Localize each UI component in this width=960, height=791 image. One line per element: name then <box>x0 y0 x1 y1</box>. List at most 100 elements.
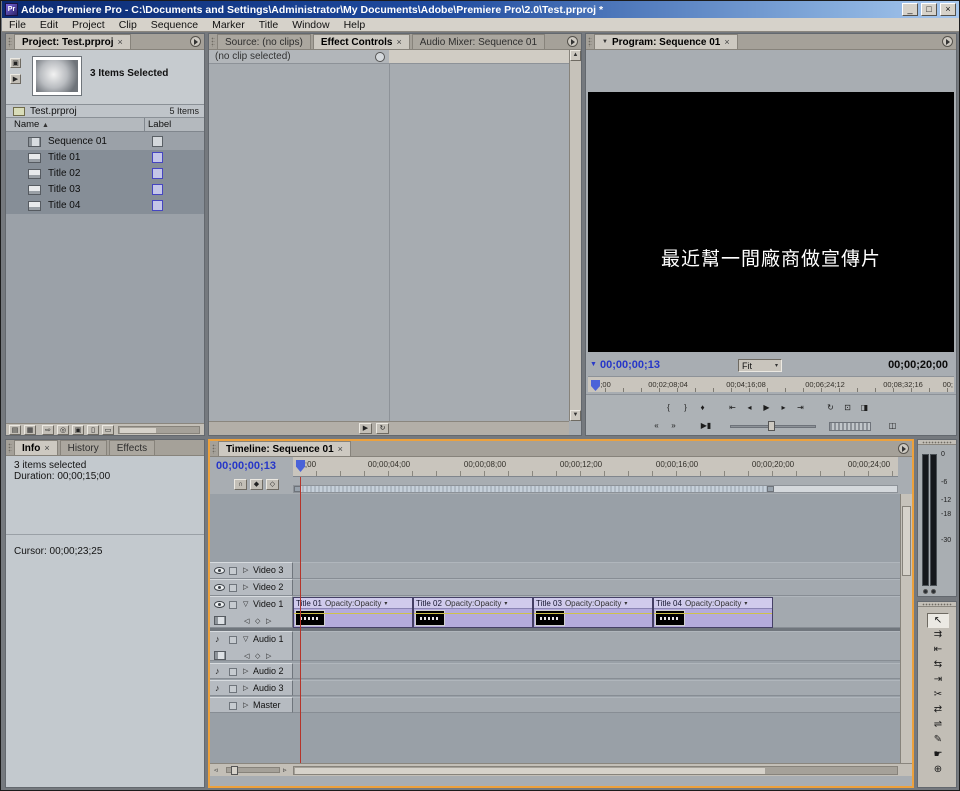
menu-window[interactable]: Window <box>285 19 336 31</box>
go-to-prev-marker-button[interactable]: « <box>648 419 665 433</box>
menu-clip[interactable]: Clip <box>112 19 144 31</box>
clip-fx-label[interactable]: Opacity:Opacity <box>325 599 381 608</box>
project-row-title-04[interactable]: Title 04 <box>6 198 204 214</box>
next-keyframe-icon[interactable]: ▷ <box>266 617 271 625</box>
track-lane-master[interactable] <box>293 697 900 713</box>
tab-history[interactable]: History <box>60 440 107 455</box>
tab-info[interactable]: Info × <box>14 440 58 455</box>
play-in-to-out-button[interactable]: ▶▮ <box>695 419 717 433</box>
collapse-arrow-icon[interactable]: ▷ <box>243 701 248 709</box>
close-button[interactable]: × <box>940 3 956 16</box>
set-display-style-button[interactable] <box>214 651 226 660</box>
label-chip[interactable] <box>152 168 163 179</box>
menu-edit[interactable]: Edit <box>33 19 65 31</box>
output-button[interactable]: ◨ <box>856 401 873 415</box>
jog-disk[interactable] <box>829 422 871 431</box>
zoom-tool-button[interactable]: ⊕ <box>927 763 949 778</box>
set-out-point-button[interactable]: } <box>677 401 694 415</box>
list-view-button[interactable]: ▤ <box>9 425 21 435</box>
opacity-rubber-band[interactable] <box>414 613 532 614</box>
shuttle-slider[interactable] <box>730 421 816 431</box>
tab-audio-mixer[interactable]: Audio Mixer: Sequence 01 <box>412 34 545 49</box>
pen-tool-button[interactable]: ✎ <box>927 733 949 748</box>
program-current-time[interactable]: 00;00;00;13 <box>600 359 660 371</box>
track-lane-video-2[interactable] <box>293 579 900 596</box>
go-to-out-button[interactable]: ⇥ <box>792 401 809 415</box>
collapse-arrow-icon[interactable]: ▷ <box>243 684 248 692</box>
trim-button[interactable]: ◫ <box>884 419 901 433</box>
lock-toggle[interactable] <box>229 668 237 676</box>
label-chip[interactable] <box>152 136 163 147</box>
go-to-in-button[interactable]: ⇤ <box>724 401 741 415</box>
close-icon[interactable]: × <box>396 37 401 47</box>
column-separator[interactable] <box>144 118 145 132</box>
work-area-segment[interactable] <box>294 486 774 492</box>
eye-icon[interactable] <box>214 567 225 574</box>
timeline-ruler[interactable]: 00;00 00;00;04;00 00;00;08;00 00;00;12;0… <box>293 457 898 477</box>
menu-file[interactable]: File <box>2 19 33 31</box>
project-row-title-03[interactable]: Title 03 <box>6 182 204 198</box>
go-to-next-marker-button[interactable]: » <box>665 419 682 433</box>
clip-title-01[interactable]: Title 01 Opacity:Opacity ▾ <box>293 597 413 628</box>
panel-grip[interactable] <box>918 602 956 607</box>
zoom-handle[interactable] <box>231 766 238 775</box>
eye-icon[interactable] <box>214 601 225 608</box>
opacity-rubber-band[interactable] <box>294 613 412 614</box>
effect-controls-scrollbar[interactable]: ▲ ▼ <box>569 50 581 421</box>
set-encore-chapter-marker-button[interactable]: ◆ <box>250 479 263 490</box>
scroll-down-icon[interactable]: ▼ <box>570 410 581 421</box>
set-display-style-button[interactable] <box>214 616 226 625</box>
menu-project[interactable]: Project <box>65 19 112 31</box>
project-row-sequence-01[interactable]: Sequence 01 <box>6 134 204 150</box>
add-keyframe-icon[interactable]: ◇ <box>255 652 260 660</box>
close-icon[interactable]: × <box>338 444 343 454</box>
sort-asc-icon[interactable]: ▲ <box>42 122 49 129</box>
track-header-audio-3[interactable]: ♪ ▷ Audio 3 <box>210 680 293 696</box>
selection-tool-button[interactable]: ↖ <box>927 613 949 628</box>
new-bin-button[interactable]: ▣ <box>72 425 84 435</box>
automate-to-sequence-button[interactable]: ⇨ <box>42 425 54 435</box>
zoom-out-icon[interactable]: ◃ <box>214 766 218 774</box>
collapse-arrow-icon[interactable]: ▷ <box>243 667 248 675</box>
expand-arrow-icon[interactable]: ▽ <box>243 635 248 643</box>
clear-button[interactable]: ▭ <box>102 425 114 435</box>
clip-title-04[interactable]: Title 04 Opacity:Opacity ▾ <box>653 597 773 628</box>
track-lane-audio-1[interactable] <box>293 631 900 661</box>
program-ruler[interactable]: 00;00 00;02;08;04 00;04;16;08 00;06;24;1… <box>588 376 954 392</box>
prev-keyframe-icon[interactable]: ◁ <box>244 652 249 660</box>
collapse-arrow-icon[interactable]: ▷ <box>243 583 248 591</box>
loop-button[interactable]: ↻ <box>822 401 839 415</box>
clip-fx-label[interactable]: Opacity:Opacity <box>565 599 621 608</box>
lock-toggle[interactable] <box>229 685 237 693</box>
tab-timeline[interactable]: Timeline: Sequence 01 × <box>218 441 351 456</box>
close-icon[interactable]: × <box>44 443 49 453</box>
panel-menu-button[interactable] <box>942 36 953 47</box>
eye-icon[interactable] <box>214 584 225 591</box>
menu-title[interactable]: Title <box>252 19 285 31</box>
track-select-tool-button[interactable]: ⇉ <box>927 628 949 643</box>
label-chip[interactable] <box>152 184 163 195</box>
lock-toggle[interactable] <box>229 567 237 575</box>
work-area-bar[interactable] <box>293 485 898 493</box>
menu-help[interactable]: Help <box>337 19 373 31</box>
label-chip[interactable] <box>152 200 163 211</box>
project-horizontal-scrollbar[interactable] <box>118 426 200 434</box>
panel-menu-button[interactable] <box>898 443 909 454</box>
menu-sequence[interactable]: Sequence <box>144 19 205 31</box>
show-hide-effects-button[interactable] <box>375 52 385 62</box>
lock-toggle[interactable] <box>229 584 237 592</box>
timeline-current-time[interactable]: 00;00;00;13 <box>216 460 276 472</box>
rate-stretch-tool-button[interactable]: ⇥ <box>927 673 949 688</box>
timeline-vertical-scrollbar[interactable] <box>900 494 912 763</box>
step-forward-button[interactable]: ▸ <box>775 401 792 415</box>
speaker-icon[interactable]: ♪ <box>215 666 220 676</box>
slip-tool-button[interactable]: ⇄ <box>927 703 949 718</box>
timeline-horizontal-scrollbar[interactable] <box>293 766 898 775</box>
icon-view-button[interactable]: ▦ <box>24 425 36 435</box>
effect-controls-divider[interactable] <box>389 64 390 421</box>
track-header-audio-1[interactable]: ♪ ▽ Audio 1 ◁ ◇ ▷ <box>210 631 293 661</box>
tab-source[interactable]: Source: (no clips) <box>217 34 311 49</box>
lock-toggle[interactable] <box>229 702 237 710</box>
program-playhead[interactable] <box>591 380 600 391</box>
slide-tool-button[interactable]: ⇌ <box>927 718 949 733</box>
